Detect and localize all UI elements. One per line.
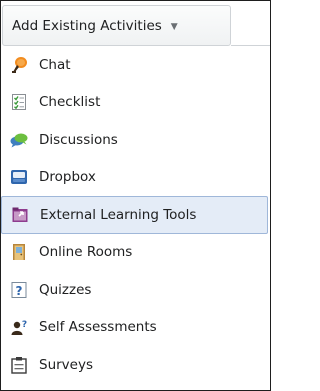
menu-item-quizzes[interactable]: ? Quizzes — [1, 271, 270, 309]
menu-item-label: Quizzes — [39, 281, 92, 298]
menu-item-label: Discussions — [39, 131, 118, 148]
menu-item-chat[interactable]: Chat — [1, 46, 270, 84]
menu-item-label: Self Assessments — [39, 319, 157, 336]
dropbox-icon — [10, 168, 28, 186]
menu-item-checklist[interactable]: Checklist — [1, 84, 270, 122]
caret-down-icon: ▼ — [170, 21, 178, 32]
surveys-icon — [10, 356, 28, 374]
menu-item-external-learning-tools[interactable]: External Learning Tools — [1, 196, 268, 234]
quizzes-icon: ? — [10, 281, 28, 299]
menu-item-label: Checklist — [39, 94, 101, 111]
checklist-icon — [10, 93, 28, 111]
menu-item-label: Chat — [39, 56, 71, 73]
menu-item-discussions[interactable]: Discussions — [1, 121, 270, 159]
menu-item-label: External Learning Tools — [40, 206, 197, 223]
add-activities-panel: Add Existing Activities ▼ Chat Checklist… — [0, 0, 271, 391]
add-existing-activities-button[interactable]: Add Existing Activities ▼ — [2, 5, 231, 46]
activities-menu: Chat Checklist Discussions Dropbox Exter… — [1, 46, 270, 384]
svg-text:?: ? — [16, 284, 23, 298]
discussions-icon — [10, 131, 28, 149]
menu-item-label: Surveys — [39, 356, 93, 373]
self-assessments-icon: ? — [10, 318, 28, 336]
menu-item-surveys[interactable]: Surveys — [1, 346, 270, 384]
menu-item-self-assessments[interactable]: ? Self Assessments — [1, 309, 270, 347]
menu-item-label: Online Rooms — [39, 244, 133, 261]
menu-item-label: Dropbox — [39, 169, 96, 186]
dropdown-label: Add Existing Activities — [12, 17, 162, 34]
external-learning-tools-icon — [11, 206, 29, 224]
online-rooms-icon — [10, 243, 28, 261]
menu-item-online-rooms[interactable]: Online Rooms — [1, 234, 270, 272]
menu-item-dropbox[interactable]: Dropbox — [1, 159, 270, 197]
svg-text:?: ? — [22, 320, 27, 330]
chat-icon — [10, 56, 28, 74]
